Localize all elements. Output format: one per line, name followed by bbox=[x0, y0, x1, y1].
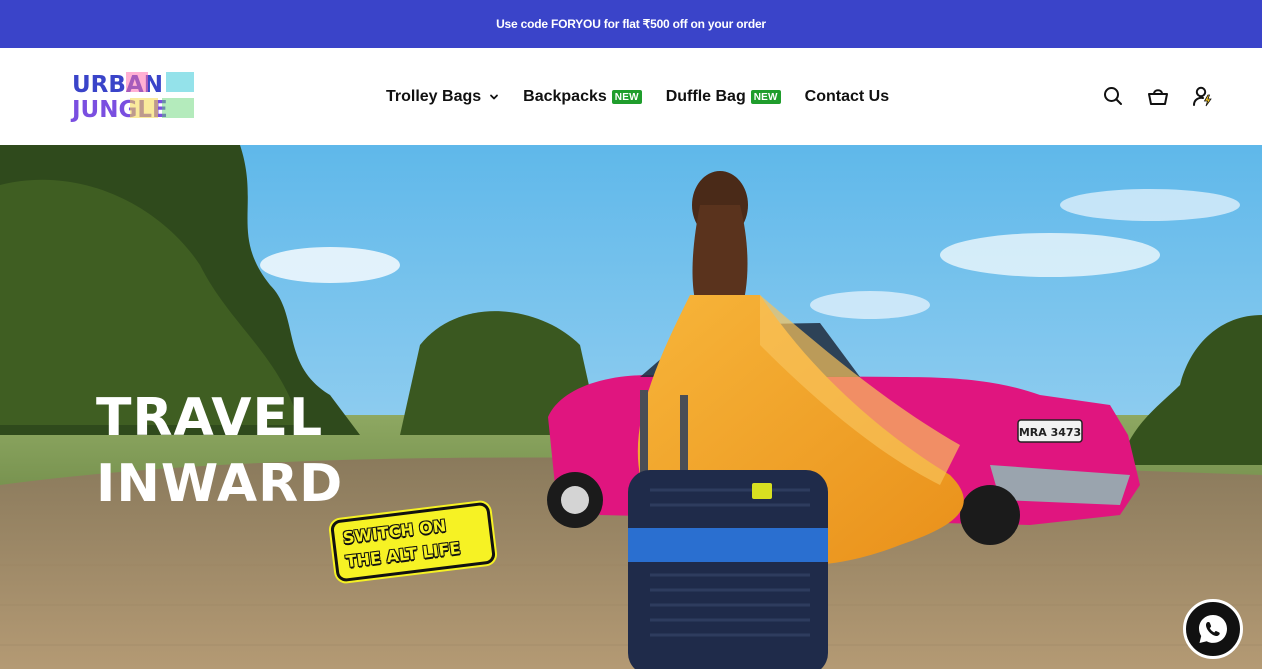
search-button[interactable] bbox=[1101, 84, 1125, 108]
chevron-down-icon bbox=[490, 94, 499, 100]
cart-basket-icon bbox=[1148, 89, 1168, 105]
nav-item-duffle-bag[interactable]: Duffle Bag NEW bbox=[666, 88, 781, 106]
brand-logo[interactable]: URBAN JUNGLE bbox=[70, 70, 198, 122]
account-button[interactable] bbox=[1191, 84, 1215, 108]
account-icon bbox=[1193, 86, 1212, 107]
nav-item-label: Contact Us bbox=[804, 88, 890, 105]
headline-line-2: INWARD bbox=[96, 454, 344, 514]
new-badge: NEW bbox=[750, 90, 781, 104]
svg-text:URBAN: URBAN bbox=[72, 72, 163, 98]
headline-line-1: TRAVEL bbox=[96, 388, 324, 448]
nav-item-backpacks[interactable]: Backpacks NEW bbox=[523, 88, 642, 106]
search-icon bbox=[1104, 87, 1122, 105]
nav-item-label: Trolley Bags bbox=[386, 88, 482, 105]
cart-button[interactable] bbox=[1146, 84, 1170, 108]
announcement-text: Use code FORYOU for flat ₹500 off on you… bbox=[496, 17, 766, 31]
site-header: URBAN JUNGLE Trolley Bags Backpacks NEW … bbox=[0, 48, 1262, 145]
car-plate: MRA 3473 bbox=[1019, 426, 1081, 439]
nav-item-label: Duffle Bag bbox=[665, 88, 746, 105]
hero-banner[interactable]: MRA 3473 TRAVEL INWARD SWITCH ON THE ALT… bbox=[0, 145, 1262, 669]
new-badge: NEW bbox=[611, 90, 642, 104]
nav-item-contact-us[interactable]: Contact Us bbox=[805, 88, 889, 106]
whatsapp-icon bbox=[1199, 615, 1227, 643]
announcement-bar: Use code FORYOU for flat ₹500 off on you… bbox=[0, 0, 1262, 48]
nav-item-label: Backpacks bbox=[523, 88, 607, 105]
whatsapp-chat-button[interactable] bbox=[1183, 599, 1243, 659]
nav-item-trolley-bags[interactable]: Trolley Bags bbox=[386, 88, 499, 106]
main-nav: Trolley Bags Backpacks NEW Duffle Bag NE… bbox=[386, 86, 889, 108]
